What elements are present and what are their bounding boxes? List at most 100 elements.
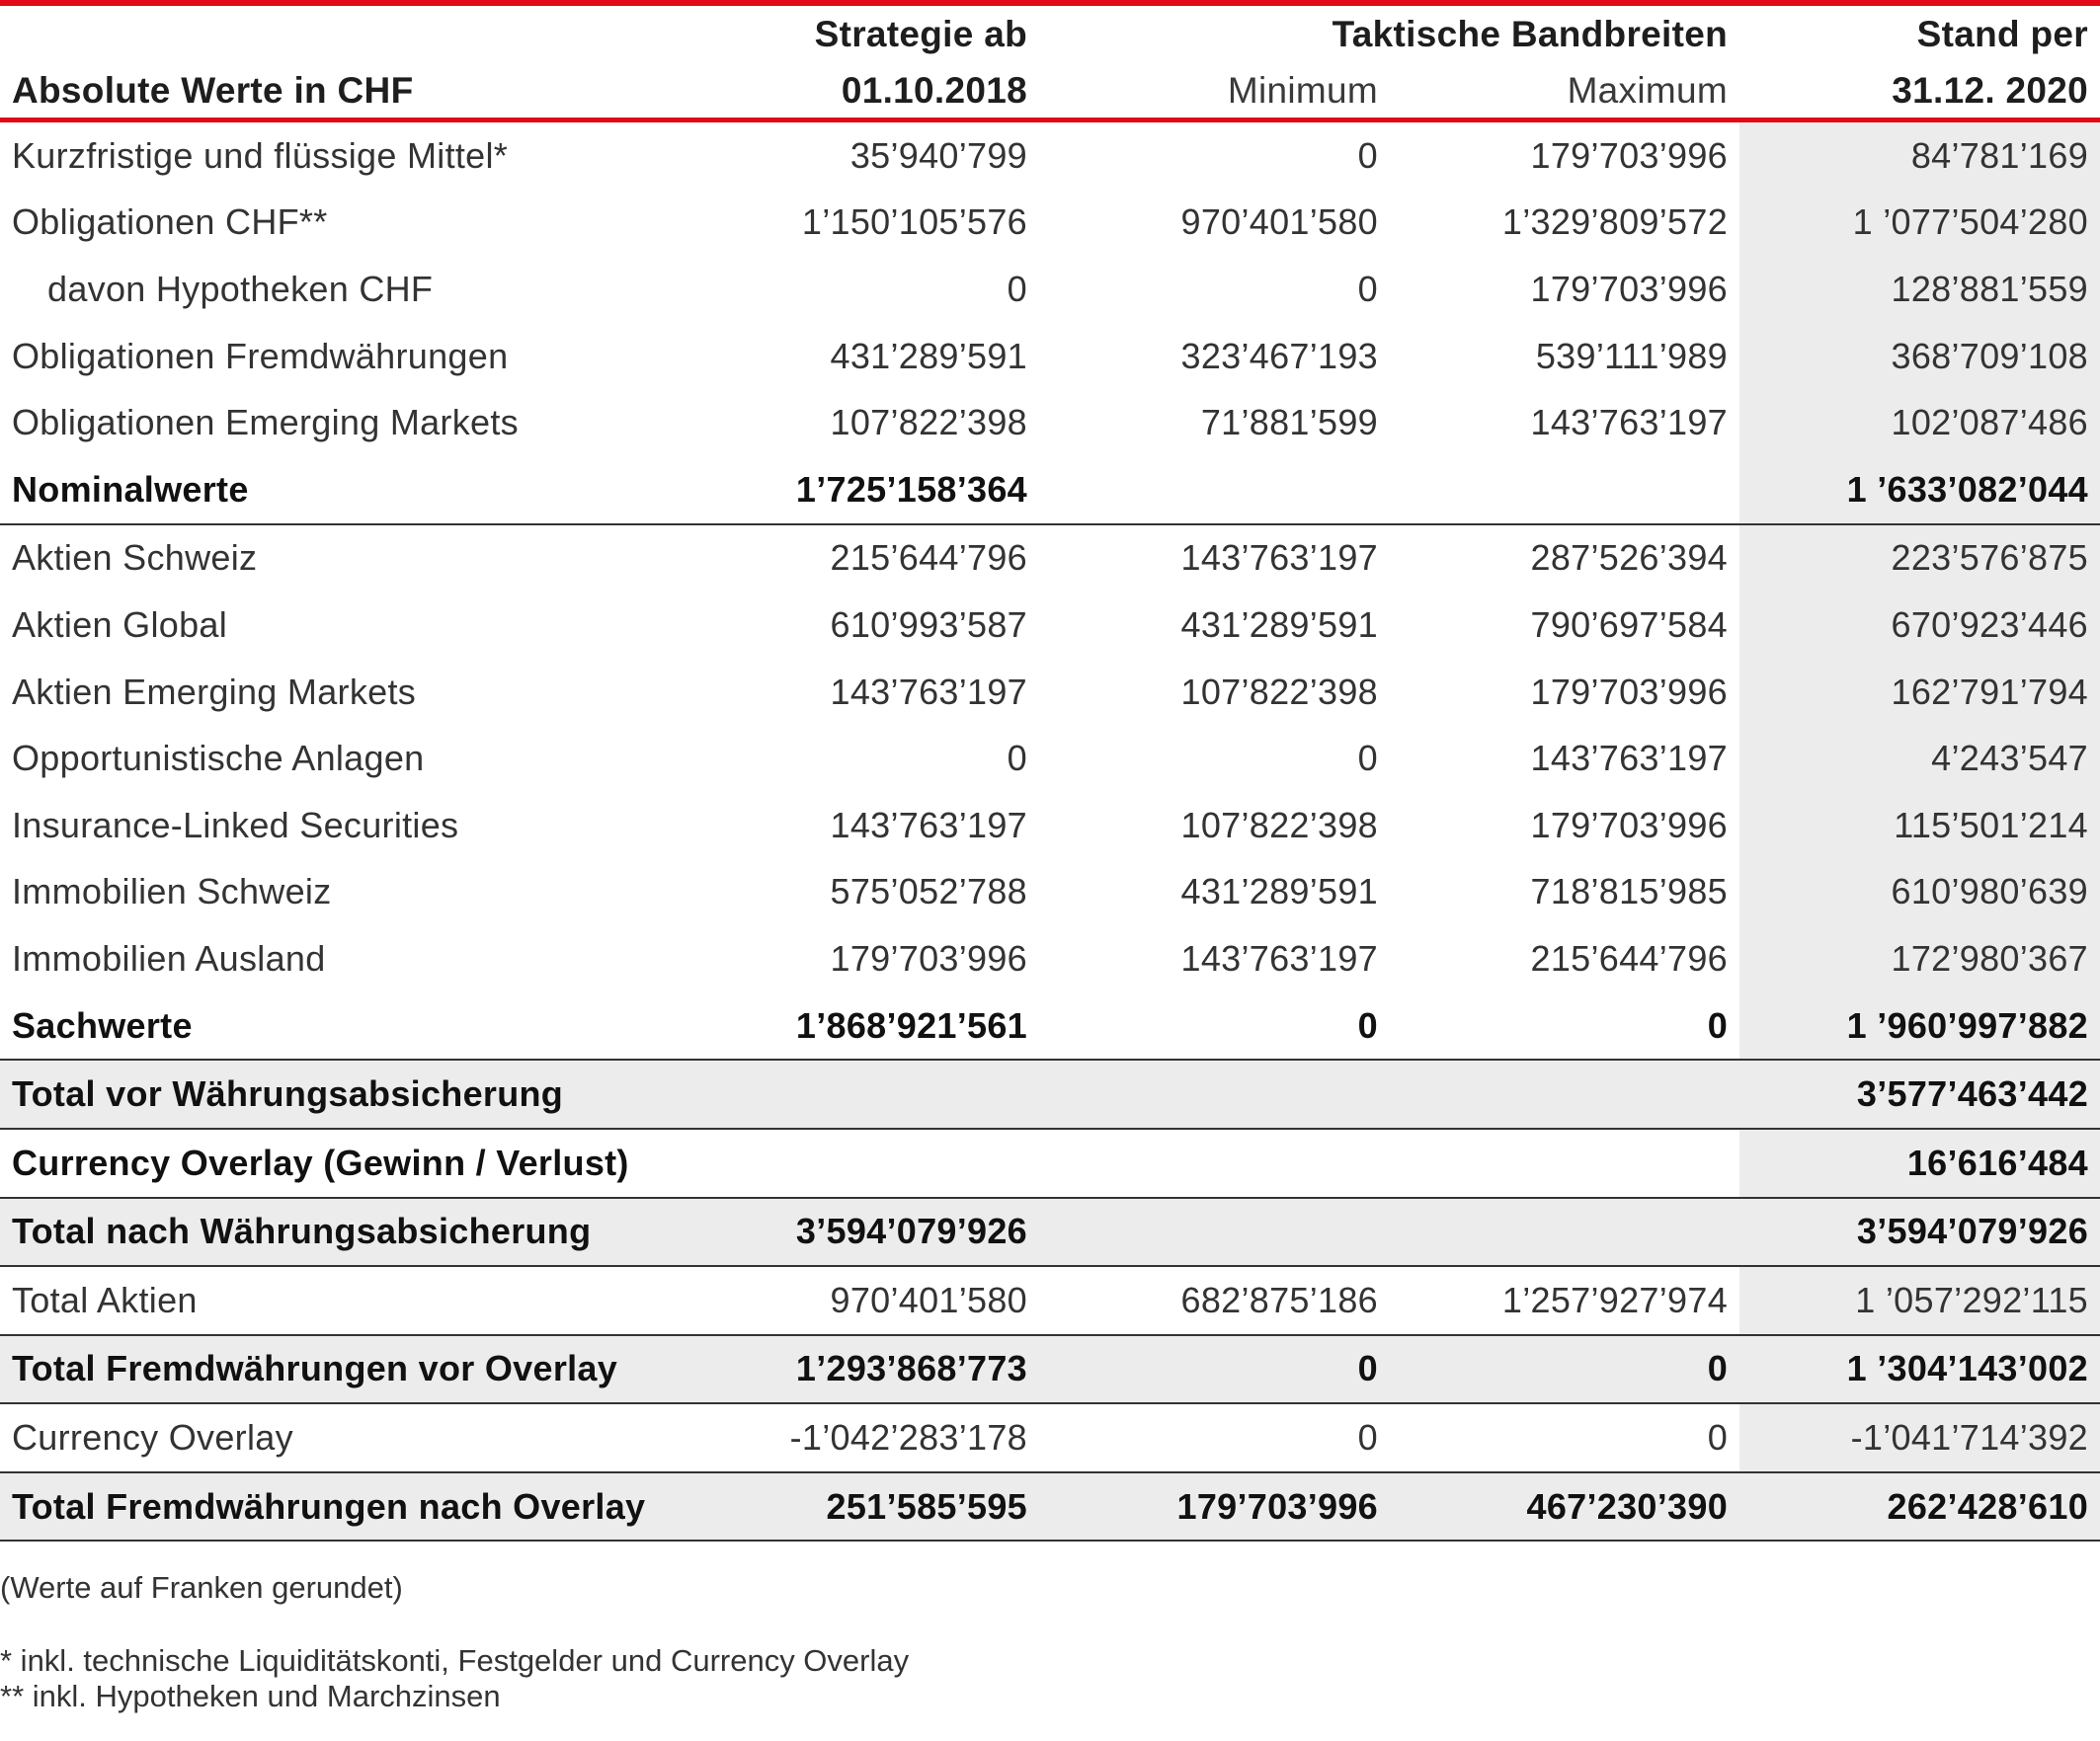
table-row: Aktien Schweiz 215’644’796 143’763’197 2… bbox=[0, 523, 2100, 593]
table-row: Immobilien Ausland 179’703’996 143’763’1… bbox=[0, 925, 2100, 992]
cell-stand: 162’791’794 bbox=[1739, 658, 2100, 726]
cell-strategie bbox=[691, 1128, 1039, 1199]
header-empty bbox=[0, 6, 691, 57]
cell-minimum: 682’875’186 bbox=[1039, 1266, 1390, 1336]
cell-strategie: 610’993’587 bbox=[830, 603, 1027, 645]
total-row: Total Fremdwährungen vor Overlay 1’293’8… bbox=[0, 1334, 2100, 1405]
cell-maximum: 143’763’197 bbox=[1530, 738, 1729, 779]
cell-strategie: 0 bbox=[1007, 738, 1027, 779]
table-row: Opportunistische Anlagen 0 0 143’763’197… bbox=[0, 725, 2100, 792]
cell-stand: 172’980’367 bbox=[1739, 925, 2100, 992]
cell-stand: 4’243’547 bbox=[1739, 725, 2100, 792]
cell-stand: 102’087’486 bbox=[1739, 389, 2100, 456]
cell-stand: 1 ’304’143’002 bbox=[1739, 1334, 2100, 1405]
cell-stand: 3’577’463’442 bbox=[1739, 1060, 2100, 1130]
row-label: Immobilien Ausland bbox=[12, 937, 326, 979]
row-label: Total nach Währungsabsicherung bbox=[0, 1197, 691, 1268]
cell-stand: 84’781’169 bbox=[1739, 119, 2100, 190]
row-label: Aktien Global bbox=[12, 603, 228, 645]
cell-maximum: 215’644’796 bbox=[1530, 937, 1729, 979]
row-label: Aktien Emerging Markets bbox=[12, 671, 417, 712]
cell-stand: 670’923’446 bbox=[1739, 592, 2100, 659]
cell-minimum: 431’289’591 bbox=[1180, 603, 1378, 645]
cell-minimum: 0 bbox=[1039, 1403, 1390, 1473]
header-row-2: Absolute Werte in CHF 01.10.2018 Minimum… bbox=[0, 57, 2100, 122]
row-label: Immobilien Schweiz bbox=[12, 871, 332, 912]
table-row: Aktien Global 610’993’587 431’289’591 79… bbox=[0, 592, 2100, 659]
row-label: Total vor Währungsabsicherung bbox=[0, 1060, 691, 1130]
cell-minimum bbox=[1039, 455, 1390, 525]
total-row: Total Fremdwährungen nach Overlay 251’58… bbox=[0, 1471, 2100, 1543]
cell-maximum bbox=[1390, 1060, 1740, 1130]
cell-strategie: 179’703’996 bbox=[830, 937, 1027, 979]
cell-stand: 115’501’214 bbox=[1739, 791, 2100, 859]
cell-minimum bbox=[1039, 1197, 1390, 1268]
cell-strategie: 107’822’398 bbox=[830, 402, 1027, 443]
cell-stand: 16’616’484 bbox=[1739, 1128, 2100, 1199]
cell-stand: 1 ’960’997’882 bbox=[1739, 991, 2100, 1062]
cell-maximum: 467’230’390 bbox=[1390, 1471, 1740, 1543]
cell-minimum bbox=[1039, 1060, 1390, 1130]
header-strategie-line1: Strategie ab bbox=[814, 14, 1027, 54]
row-label: Kurzfristige und flüssige Mittel* bbox=[12, 134, 509, 176]
cell-strategie: 143’763’197 bbox=[830, 671, 1027, 712]
table-row: Obligationen CHF** 1’150’105’576 970’401… bbox=[0, 189, 2100, 257]
cell-strategie: 143’763’197 bbox=[830, 804, 1027, 845]
cell-stand: 368’709’108 bbox=[1739, 322, 2100, 390]
cell-stand: 1 ’633’082’044 bbox=[1739, 455, 2100, 525]
rounding-note: (Werte auf Franken gerundet) bbox=[0, 1570, 403, 1605]
table-row: Obligationen Emerging Markets 107’822’39… bbox=[0, 389, 2100, 456]
cell-strategie: 35’940’799 bbox=[849, 134, 1027, 176]
cell-minimum: 143’763’197 bbox=[1180, 537, 1378, 579]
table-row: Total Aktien 970’401’580 682’875’186 1’2… bbox=[0, 1266, 2100, 1336]
cell-strategie: 215’644’796 bbox=[830, 537, 1027, 579]
cell-strategie: 0 bbox=[1007, 268, 1027, 309]
header-strategie-date: 01.10.2018 bbox=[691, 57, 1039, 122]
total-row: Currency Overlay (Gewinn / Verlust) 16’6… bbox=[0, 1128, 2100, 1199]
row-label: Nominalwerte bbox=[0, 455, 691, 525]
cell-maximum: 143’763’197 bbox=[1530, 402, 1729, 443]
cell-stand: 262’428’610 bbox=[1739, 1471, 2100, 1543]
cell-minimum: 143’763’197 bbox=[1180, 937, 1378, 979]
cell-minimum: 323’467’193 bbox=[1180, 335, 1378, 376]
row-label: Total Aktien bbox=[0, 1266, 691, 1336]
cell-strategie: 1’725’158’364 bbox=[691, 455, 1039, 525]
row-label: Opportunistische Anlagen bbox=[12, 738, 425, 779]
cell-strategie: 1’868’921’561 bbox=[691, 991, 1039, 1062]
table-row: davon Hypotheken CHF 0 0 179’703’996 128… bbox=[0, 256, 2100, 323]
cell-maximum: 790’697’584 bbox=[1530, 603, 1729, 645]
header-minimum: Minimum bbox=[1039, 57, 1390, 122]
footnotes: (Werte auf Franken gerundet) * inkl. tec… bbox=[0, 1570, 909, 1714]
footnote-2: ** inkl. Hypotheken und Marchzinsen bbox=[0, 1679, 501, 1713]
cell-minimum: 107’822’398 bbox=[1180, 804, 1378, 845]
cell-stand: 610’980’639 bbox=[1739, 858, 2100, 926]
header-stand-line1: Stand per bbox=[1916, 14, 2089, 54]
cell-minimum: 179’703’996 bbox=[1039, 1471, 1390, 1543]
table-row: Aktien Emerging Markets 143’763’197 107’… bbox=[0, 658, 2100, 726]
cell-stand: -1’041’714’392 bbox=[1739, 1403, 2100, 1473]
cell-minimum: 0 bbox=[1357, 738, 1378, 779]
cell-strategie: 431’289’591 bbox=[830, 335, 1027, 376]
cell-minimum bbox=[1039, 1128, 1390, 1199]
cell-maximum: 0 bbox=[1390, 991, 1740, 1062]
cell-maximum: 1’257’927’974 bbox=[1390, 1266, 1740, 1336]
cell-maximum: 179’703’996 bbox=[1530, 134, 1729, 176]
total-row: Total vor Währungsabsicherung 3’577’463’… bbox=[0, 1060, 2100, 1130]
header-row-1: Strategie ab Taktische Bandbreiten Stand… bbox=[0, 6, 2100, 57]
cell-maximum: 179’703’996 bbox=[1530, 804, 1729, 845]
cell-maximum: 287’526’394 bbox=[1530, 537, 1729, 579]
row-label: Aktien Schweiz bbox=[12, 537, 258, 579]
cell-maximum: 0 bbox=[1390, 1403, 1740, 1473]
cell-minimum: 431’289’591 bbox=[1180, 871, 1378, 912]
cell-strategie bbox=[691, 1060, 1039, 1130]
cell-strategie: 1’293’868’773 bbox=[691, 1334, 1039, 1405]
cell-minimum: 71’881’599 bbox=[1200, 402, 1378, 443]
cell-maximum: 179’703’996 bbox=[1530, 268, 1729, 309]
total-row: Total nach Währungsabsicherung 3’594’079… bbox=[0, 1197, 2100, 1268]
row-label: Obligationen CHF** bbox=[12, 201, 328, 243]
row-label: davon Hypotheken CHF bbox=[47, 268, 434, 309]
cell-minimum: 0 bbox=[1039, 1334, 1390, 1405]
header-maximum: Maximum bbox=[1390, 57, 1740, 122]
cell-maximum: 539’111’989 bbox=[1535, 335, 1729, 376]
subtotal-row: Nominalwerte 1’725’158’364 1 ’633’082’04… bbox=[0, 455, 2100, 525]
